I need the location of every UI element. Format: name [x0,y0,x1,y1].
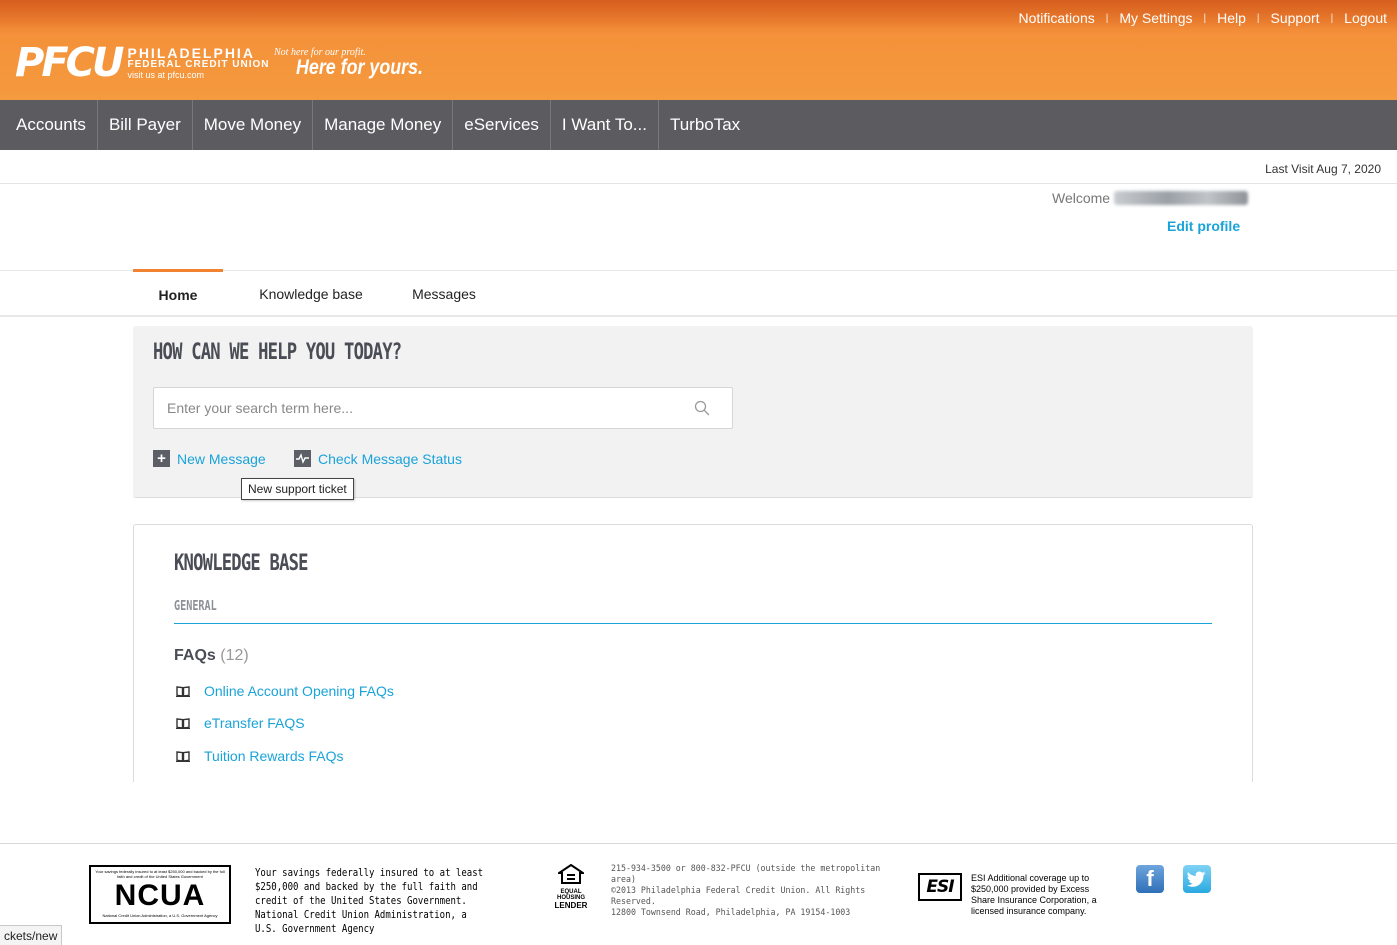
browser-status-bar: ckets/new [0,925,63,945]
book-icon [176,751,190,762]
kb-title: KNOWLEDGE BASE [174,551,309,576]
kb-category-faqs[interactable]: FAQs (12) [174,647,249,665]
edit-profile-link[interactable]: Edit profile [1167,218,1240,234]
house-icon [555,863,587,884]
kb-divider [174,623,1212,624]
nav-manage-money[interactable]: Manage Money [313,100,454,150]
logo-mark: PFCU [15,40,124,86]
separator: | [1105,12,1109,24]
tab-home[interactable]: Home [133,269,223,317]
tagline: Not here for our profit. Here for yours. [274,47,445,80]
contact-info: 215-934-3500 or 800-832-PFCU (outside th… [611,864,905,919]
kb-article-label: Tuition Rewards FAQs [204,748,344,764]
site-header: Notifications | My Settings | Help | Sup… [0,0,1397,100]
new-message-button[interactable]: + New Message [153,450,266,467]
contact-line2: ©2013 Philadelphia Federal Credit Union.… [611,886,866,907]
kb-article-label: Online Account Opening FAQs [204,683,394,699]
tooltip: New support ticket [241,478,354,500]
esi-text: ESI Additional coverage up to $250,000 p… [971,873,1097,916]
kb-category-label: FAQs [174,647,216,664]
book-icon [176,686,190,697]
search-box [153,387,733,429]
welcome-name-redacted [1114,191,1249,205]
kb-section-general[interactable]: GENERAL [174,599,217,614]
search-input[interactable] [154,388,674,428]
logo-line1: PHILADELPHIA [127,45,255,61]
book-icon [176,718,190,729]
twitter-icon[interactable] [1183,865,1211,893]
kb-article-label: eTransfer FAQS [204,715,305,731]
ncua-small-top: Your savings federally insured to at lea… [95,869,225,879]
main-nav: Accounts Bill Payer Move Money Manage Mo… [0,100,1397,150]
logo-text: PHILADELPHIA FEDERAL CREDIT UNION visit … [127,45,270,81]
facebook-icon[interactable]: f [1136,865,1164,893]
nav-accounts[interactable]: Accounts [0,100,98,150]
last-visit-bar: Last Visit Aug 7, 2020 [0,150,1397,184]
welcome-label: Welcome [1052,190,1111,206]
check-status-label: Check Message Status [318,450,462,467]
ncua-big: NCUA [114,879,206,912]
pfcu-logo[interactable]: PFCU PHILADELPHIA FEDERAL CREDIT UNION v… [15,40,270,86]
kb-category-count: (12) [220,647,249,664]
tab-messages[interactable]: Messages [400,271,488,317]
esi-logo: ESI [918,873,962,901]
knowledge-base-panel: KNOWLEDGE BASE GENERAL FAQs (12) Online … [133,524,1253,782]
kb-article[interactable]: Tuition Rewards FAQs [176,748,344,764]
contact-line1: 215-934-3500 or 800-832-PFCU (outside th… [611,864,881,885]
ehl-line2: LENDER [554,901,588,910]
logout-link[interactable]: Logout [1344,10,1387,26]
nav-turbotax[interactable]: TurboTax [659,100,751,150]
help-panel: HOW CAN WE HELP YOU TODAY? + New Message… [133,326,1253,498]
nav-i-want-to[interactable]: I Want To... [551,100,659,150]
support-link[interactable]: Support [1271,10,1320,26]
separator: | [1256,12,1260,24]
last-visit: Last Visit Aug 7, 2020 [1265,162,1381,176]
new-message-label: New Message [177,450,266,467]
my-settings-link[interactable]: My Settings [1119,10,1192,26]
kb-article[interactable]: Online Account Opening FAQs [176,683,394,699]
top-links: Notifications | My Settings | Help | Sup… [1018,10,1387,26]
nav-eservices[interactable]: eServices [453,100,551,150]
tab-knowledge-base[interactable]: Knowledge base [245,271,377,317]
help-link[interactable]: Help [1217,10,1246,26]
plus-icon: + [153,450,170,467]
kb-article[interactable]: eTransfer FAQS [176,715,305,731]
help-title: HOW CAN WE HELP YOU TODAY? [153,340,402,365]
insured-text: Your savings federally insured to at lea… [255,866,484,935]
footer: Your savings federally insured to at lea… [0,843,1397,945]
search-icon[interactable] [694,400,710,416]
nav-move-money[interactable]: Move Money [193,100,314,150]
nav-bill-payer[interactable]: Bill Payer [98,100,193,150]
logo-line2: FEDERAL CREDIT UNION [127,59,270,70]
separator: | [1330,12,1334,24]
check-message-status-button[interactable]: Check Message Status [294,450,462,467]
ncua-logo: Your savings federally insured to at lea… [89,865,231,924]
tabs-bar: Home Knowledge base Messages [0,269,1397,317]
equal-housing-lender-logo: EQUAL HOUSING LENDER [550,863,592,910]
ehl-line1: EQUAL HOUSING [556,889,585,901]
tagline-big: Here for yours. [296,56,423,79]
pulse-icon [294,450,311,467]
notifications-link[interactable]: Notifications [1018,10,1094,26]
contact-line3: 12800 Townsend Road, Philadelphia, PA 19… [611,908,851,918]
ncua-small-bottom: National Credit Union Administration, a … [102,913,218,918]
logo-line3: visit us at pfcu.com [127,70,205,80]
separator: | [1203,12,1207,24]
welcome: Welcome [1052,190,1249,206]
